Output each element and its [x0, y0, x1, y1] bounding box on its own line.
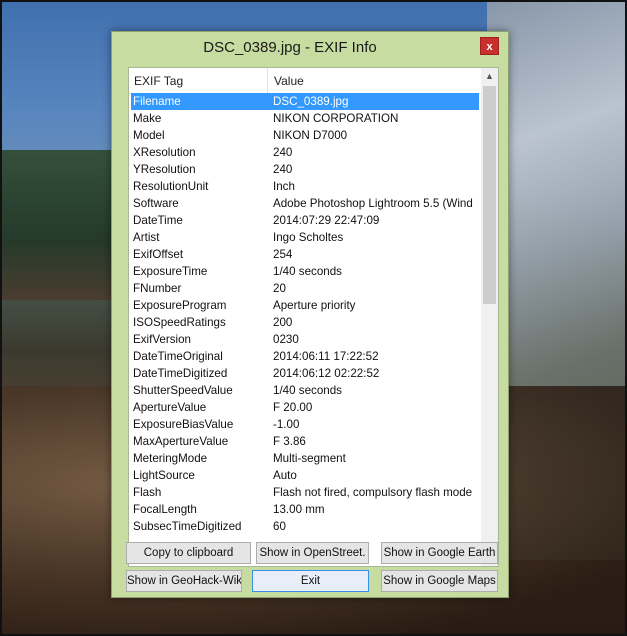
table-row[interactable]: ExifOffset 254 — [131, 246, 479, 263]
exif-value-cell: 60 — [273, 520, 286, 533]
table-row[interactable]: YResolution 240 — [131, 161, 479, 178]
exif-value-cell: 2014:06:11 17:22:52 — [273, 350, 379, 363]
table-row[interactable]: ISOSpeedRatings 200 — [131, 314, 479, 331]
exif-tag-cell: Artist — [133, 231, 160, 244]
table-row[interactable]: XResolution 240 — [131, 144, 479, 161]
exif-list[interactable]: EXIF Tag Value Filename DSC_0389.jpg Make N… — [128, 67, 499, 567]
exif-tag-cell: Flash — [133, 486, 162, 499]
exif-tag-cell: MeteringMode — [133, 452, 208, 465]
exif-tag-cell: ApertureValue — [133, 401, 207, 414]
header-separator[interactable] — [267, 68, 268, 93]
show-in-openstreet-button[interactable]: Show in OpenStreet. — [256, 542, 369, 564]
exit-button[interactable]: Exit — [252, 570, 369, 592]
exif-tag-cell: ISOSpeedRatings — [133, 316, 226, 329]
table-row[interactable]: Filename DSC_0389.jpg — [131, 93, 479, 110]
table-row[interactable]: DateTimeDigitized 2014:06:12 02:22:52 — [131, 365, 479, 382]
scrollbar-thumb[interactable] — [483, 86, 496, 304]
chevron-up-icon[interactable]: ▲ — [481, 68, 498, 85]
exif-value-cell: Ingo Scholtes — [273, 231, 344, 244]
exif-value-cell: Auto — [273, 469, 297, 482]
exif-tag-cell: YResolution — [133, 163, 196, 176]
exif-value-cell: DSC_0389.jpg — [273, 95, 349, 108]
exif-tag-cell: Software — [133, 197, 179, 210]
exif-value-cell: 20 — [273, 282, 286, 295]
exif-tag-cell: XResolution — [133, 146, 196, 159]
copy-to-clipboard-button[interactable]: Copy to clipboard — [126, 542, 251, 564]
table-row[interactable]: ExposureProgram Aperture priority — [131, 297, 479, 314]
exif-tag-cell: Model — [133, 129, 165, 142]
exif-tag-cell: ShutterSpeedValue — [133, 384, 233, 397]
exif-tag-cell: DateTimeDigitized — [133, 367, 228, 380]
table-row[interactable]: FNumber 20 — [131, 280, 479, 297]
table-row[interactable]: DateTime 2014:07:29 22:47:09 — [131, 212, 479, 229]
table-row[interactable]: Flash Flash not fired, compulsory flash m… — [131, 484, 479, 501]
exif-value-cell: Aperture priority — [273, 299, 356, 312]
vertical-scrollbar[interactable]: ▲ ▼ — [481, 68, 498, 566]
exif-tag-cell: MaxApertureValue — [133, 435, 229, 448]
header-value[interactable]: Value — [274, 74, 304, 88]
table-row[interactable]: ExposureBiasValue -1.00 — [131, 416, 479, 433]
exif-tag-cell: DateTime — [133, 214, 183, 227]
show-in-google-maps-button[interactable]: Show in Google Maps — [381, 570, 498, 592]
table-row[interactable]: FocalLength 13.00 mm — [131, 501, 479, 518]
exif-tag-cell: ExifVersion — [133, 333, 191, 346]
exif-tag-cell: DateTimeOriginal — [133, 350, 223, 363]
exif-value-cell: Adobe Photoshop Lightroom 5.5 (Windo... — [273, 197, 473, 210]
exif-value-cell: NIKON CORPORATION — [273, 112, 399, 125]
table-row[interactable]: Model NIKON D7000 — [131, 127, 479, 144]
header-exif-tag[interactable]: EXIF Tag — [134, 74, 183, 88]
show-in-google-earth-button[interactable]: Show in Google Earth — [381, 542, 498, 564]
table-row[interactable]: LightSource Auto — [131, 467, 479, 484]
exif-value-cell: 200 — [273, 316, 293, 329]
table-row[interactable]: Make NIKON CORPORATION — [131, 110, 479, 127]
exif-tag-cell: ExifOffset — [133, 248, 184, 261]
exif-value-cell: Flash not fired, compulsory flash mode — [273, 486, 473, 499]
exif-value-cell: -1.00 — [273, 418, 300, 431]
table-row[interactable]: SubsecTimeDigitized 60 — [131, 518, 479, 535]
exif-tag-cell: SubsecTimeDigitized — [133, 520, 242, 533]
table-row[interactable]: Software Adobe Photoshop Lightroom 5.5 (W… — [131, 195, 479, 212]
show-in-geohack-wiki-button[interactable]: Show in GeoHack-Wiki — [126, 570, 242, 592]
exif-tag-cell: ResolutionUnit — [133, 180, 209, 193]
list-rows: Filename DSC_0389.jpg Make NIKON CORPORATIO… — [131, 93, 479, 535]
table-row[interactable]: ExposureTime 1/40 seconds — [131, 263, 479, 280]
exif-value-cell: 2014:07:29 22:47:09 — [273, 214, 380, 227]
exif-tag-cell: Make — [133, 112, 162, 125]
exif-value-cell: F 20.00 — [273, 401, 313, 414]
exif-tag-cell: Filename — [133, 95, 181, 108]
close-button[interactable]: x — [480, 37, 499, 55]
exif-tag-cell: FocalLength — [133, 503, 197, 516]
exif-value-cell: 240 — [273, 146, 293, 159]
exif-value-cell: 254 — [273, 248, 293, 261]
table-row[interactable]: ApertureValue F 20.00 — [131, 399, 479, 416]
exif-tag-cell: ExposureProgram — [133, 299, 227, 312]
exif-value-cell: Inch — [273, 180, 295, 193]
exif-tag-cell: LightSource — [133, 469, 195, 482]
background-trees — [0, 150, 115, 300]
exif-value-cell: 2014:06:12 02:22:52 — [273, 367, 380, 380]
list-header: EXIF Tag Value — [129, 68, 481, 94]
exif-value-cell: F 3.86 — [273, 435, 306, 448]
table-row[interactable]: MaxApertureValue F 3.86 — [131, 433, 479, 450]
exif-info-window: DSC_0389.jpg - EXIF Info x EXIF Tag Valu… — [111, 31, 509, 598]
exif-value-cell: 1/40 seconds — [273, 384, 342, 397]
exif-tag-cell: ExposureBiasValue — [133, 418, 234, 431]
table-row[interactable]: DateTimeOriginal 2014:06:11 17:22:52 — [131, 348, 479, 365]
exif-tag-cell: FNumber — [133, 282, 182, 295]
table-row[interactable]: ShutterSpeedValue 1/40 seconds — [131, 382, 479, 399]
title-bar[interactable]: DSC_0389.jpg - EXIF Info x — [112, 32, 508, 63]
exif-value-cell: Multi-segment — [273, 452, 346, 465]
window-title: DSC_0389.jpg - EXIF Info — [203, 39, 377, 56]
exif-value-cell: 240 — [273, 163, 293, 176]
exif-value-cell: 1/40 seconds — [273, 265, 342, 278]
table-row[interactable]: ExifVersion 0230 — [131, 331, 479, 348]
exif-value-cell: 0230 — [273, 333, 299, 346]
table-row[interactable]: ResolutionUnit Inch — [131, 178, 479, 195]
exif-value-cell: 13.00 mm — [273, 503, 325, 516]
table-row[interactable]: MeteringMode Multi-segment — [131, 450, 479, 467]
exif-value-cell: NIKON D7000 — [273, 129, 348, 142]
table-row[interactable]: Artist Ingo Scholtes — [131, 229, 479, 246]
exif-tag-cell: ExposureTime — [133, 265, 208, 278]
